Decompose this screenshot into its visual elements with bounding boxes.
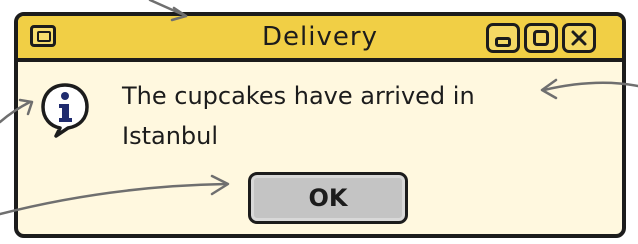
info-icon [41, 83, 89, 138]
dialog-window: Delivery The cupcakes have arrived in Is… [14, 12, 626, 238]
close-button[interactable] [562, 23, 596, 53]
maximize-icon [533, 30, 549, 46]
sketch-canvas: Delivery The cupcakes have arrived in Is… [0, 0, 638, 244]
dialog-message: The cupcakes have arrived in Istanbul [122, 82, 475, 150]
title-bar[interactable]: Delivery [18, 16, 622, 62]
close-icon [571, 30, 587, 46]
maximize-button[interactable] [524, 23, 558, 53]
ok-button[interactable]: OK [248, 172, 408, 224]
minimize-button[interactable] [486, 23, 520, 53]
minimize-icon [495, 37, 511, 47]
